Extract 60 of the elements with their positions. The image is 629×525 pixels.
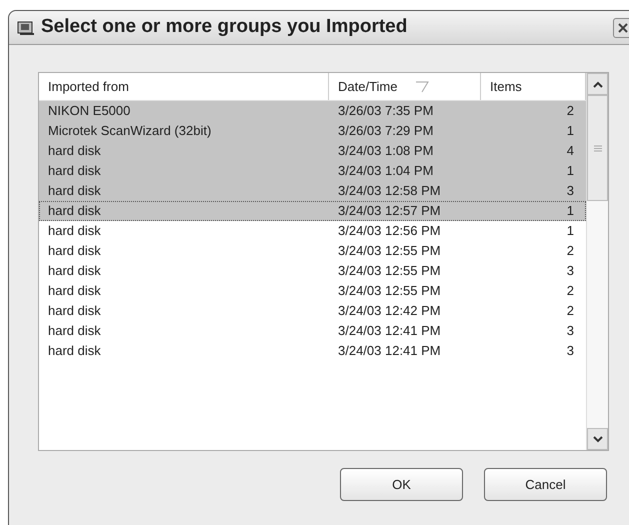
dialog-button[interactable]: Cancel — [484, 468, 607, 501]
table-row[interactable]: NIKON E5000 3/26/03 7:35 PM 2 — [39, 101, 586, 121]
scroll-down-button[interactable] — [587, 428, 608, 450]
table-cell-text: 3/26/03 7:35 PM — [337, 102, 434, 120]
table-cell-text: 1 — [566, 222, 575, 240]
table-cell-text: hard disk — [47, 322, 102, 340]
scrollbar[interactable] — [586, 73, 608, 450]
table-cell-text: 1 — [566, 162, 575, 180]
table-cell-text: hard disk — [47, 302, 102, 320]
table-cell-text: 3/24/03 12:56 PM — [337, 222, 442, 240]
table-cell-text: 3/24/03 12:55 PM — [337, 262, 442, 280]
chevron-down-icon — [592, 436, 602, 442]
table-cell-text: 3/24/03 12:41 PM — [337, 342, 442, 360]
scroll-thumb[interactable] — [587, 95, 608, 201]
table-cell-text: 1 — [566, 122, 575, 140]
table-cell-text: Microtek ScanWizard (32bit) — [47, 122, 212, 140]
table-cell-text: hard disk — [47, 202, 102, 220]
table-cell-text: 3 — [566, 182, 575, 200]
table-cell-text: NIKON E5000 — [47, 102, 132, 120]
table-cell-text: 3 — [566, 262, 575, 280]
table-cell-text: hard disk — [47, 242, 102, 260]
table-cell-text: 3 — [566, 342, 575, 360]
table-cell-text: 2 — [566, 282, 575, 300]
table-row[interactable]: hard disk 3/24/03 12:57 PM 1 — [39, 201, 586, 221]
table-cell-text: 3/24/03 12:41 PM — [337, 322, 442, 340]
table-row[interactable]: hard disk 3/24/03 1:08 PM 4 — [39, 141, 586, 161]
table-row[interactable]: hard disk 3/24/03 1:04 PM 1 — [39, 161, 586, 181]
table-cell-text: hard disk — [47, 342, 102, 360]
table-cell-text: 3/24/03 12:55 PM — [337, 242, 442, 260]
window-title: Select one or more groups you Imported — [41, 15, 408, 40]
grip-icon — [594, 144, 602, 152]
dialog-button[interactable]: OK — [340, 468, 463, 501]
table-cell-text: 3/26/03 7:29 PM — [337, 122, 434, 140]
table-cell-text: 3/24/03 12:42 PM — [337, 302, 442, 320]
column-header[interactable]: Date/Time — [329, 73, 481, 100]
table-cell-text: 3/24/03 12:57 PM — [337, 202, 442, 220]
table-cell-text: 1 — [566, 202, 575, 220]
table-cell-text: hard disk — [47, 162, 102, 180]
close-icon — [617, 22, 629, 34]
table-cell-text: 3/24/03 12:55 PM — [337, 282, 442, 300]
table-cell-text: 3/24/03 12:58 PM — [337, 182, 442, 200]
table-cell-text: 2 — [566, 102, 575, 120]
table-cell-text: 2 — [566, 242, 575, 260]
table-cell-text: 2 — [566, 302, 575, 320]
window-icon — [17, 20, 35, 36]
table-row[interactable]: hard disk 3/24/03 12:58 PM 3 — [39, 181, 586, 201]
scroll-up-button[interactable] — [587, 73, 608, 95]
close-button[interactable] — [613, 18, 629, 38]
table-cell-text: hard disk — [47, 262, 102, 280]
table-row[interactable]: Microtek ScanWizard (32bit) 3/26/03 7:29 PM 1 — [39, 121, 586, 141]
table-cell-text: hard disk — [47, 182, 102, 200]
table-cell-text: hard disk — [47, 142, 102, 160]
column-header[interactable]: Imported from — [39, 73, 329, 100]
chevron-up-icon — [592, 80, 602, 88]
table-cell-text: 3/24/03 1:04 PM — [337, 162, 434, 180]
table-cell-text: 4 — [566, 142, 575, 160]
table-cell-text: hard disk — [47, 282, 102, 300]
table-cell-text: 3/24/03 1:08 PM — [337, 142, 434, 160]
table-cell-text: 3 — [566, 322, 575, 340]
table-cell-text: hard disk — [47, 222, 102, 240]
